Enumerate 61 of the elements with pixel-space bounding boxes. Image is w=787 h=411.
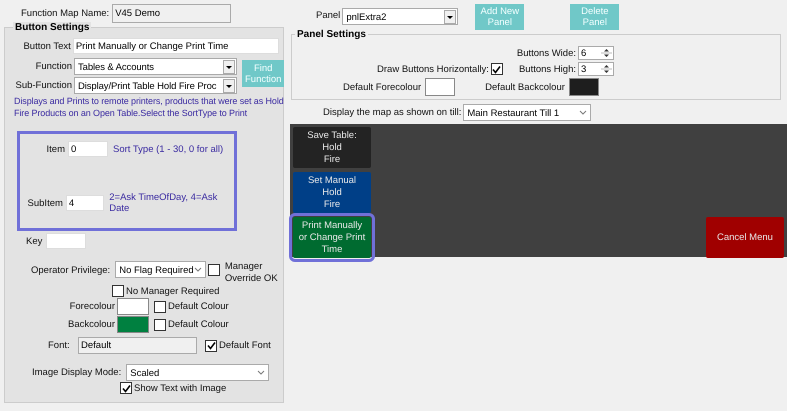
- field-label: Panel: [316, 10, 340, 21]
- colour-swatch[interactable]: [117, 316, 149, 333]
- checkbox[interactable]: [490, 63, 503, 75]
- colour-swatch[interactable]: [117, 298, 149, 315]
- field-label: Font:: [48, 340, 71, 351]
- map-button[interactable]: Set Manual Hold Fire: [293, 172, 371, 213]
- checkbox-label: Manager Override OK: [224, 261, 279, 285]
- map-name-field[interactable]: V45 Demo: [112, 4, 232, 23]
- parameter-hint: 2=Ask TimeOfDay, 4=Ask Date: [109, 192, 218, 214]
- privilege-dropdown[interactable]: No Flag Required: [115, 261, 206, 278]
- field-label: SubItem: [26, 198, 63, 208]
- field-label: Function: [34, 61, 72, 72]
- parameter-field[interactable]: 4: [66, 195, 104, 211]
- function-dropdown[interactable]: Tables & Accounts: [74, 58, 237, 75]
- map-button[interactable]: Cancel Menu: [706, 217, 784, 258]
- checkbox-label: Default Font: [219, 340, 271, 351]
- field-label: Sub-Function: [14, 80, 72, 91]
- field-label: Image Display Mode:: [32, 367, 122, 378]
- field-label: Display the map as shown on till:: [323, 107, 462, 118]
- field-label: Default Forecolour: [343, 82, 422, 92]
- field-label: Buttons Wide:: [516, 48, 576, 58]
- checkbox-label: Show Text with Image: [134, 382, 226, 394]
- field-label: Key: [26, 236, 42, 246]
- field-label: Buttons High:: [518, 64, 576, 74]
- checkbox-label: Default Colour: [168, 301, 229, 312]
- function-description: Displays and Prints to remote printers, products that were set as Hold Fire Products on an Open Table.Select the SortType to Print: [14, 95, 285, 119]
- checkbox[interactable]: [112, 285, 124, 297]
- checkbox[interactable]: [154, 300, 166, 312]
- checkbox[interactable]: [120, 382, 132, 394]
- colour-swatch[interactable]: [425, 78, 456, 96]
- checkbox[interactable]: [208, 264, 220, 276]
- parameter-field[interactable]: 0: [68, 141, 108, 157]
- font-field[interactable]: Default: [78, 337, 197, 354]
- field-label: Function Map Name:: [21, 8, 110, 19]
- checkbox-label: Default Colour: [168, 319, 229, 330]
- spinner-arrows-icon: [600, 46, 613, 60]
- parameter-hint: Sort Type (1 - 30, 0 for all): [113, 144, 224, 154]
- colour-swatch[interactable]: [568, 78, 599, 96]
- group-title: Button Settings: [13, 22, 92, 34]
- panel-dropdown[interactable]: pnlExtra2: [342, 8, 458, 25]
- button-text-field[interactable]: Print Manually or Change Print Time: [72, 38, 279, 54]
- field-label: Backcolour: [67, 319, 115, 330]
- map-button[interactable]: Print Manually or Change Print Time: [293, 217, 371, 258]
- field-label: Item: [46, 144, 65, 154]
- group-title: Panel Settings: [295, 29, 368, 41]
- key-field[interactable]: [46, 233, 86, 249]
- checkbox-label: Draw Buttons Horizontally:: [377, 64, 489, 74]
- field-label: Default Backcolour: [485, 82, 565, 92]
- checkbox-label: No Manager Required: [126, 286, 220, 296]
- spin-field[interactable]: 3: [578, 62, 614, 76]
- checkbox[interactable]: [205, 340, 217, 352]
- field-label: Button Text: [22, 40, 71, 52]
- checkbox[interactable]: [154, 318, 166, 330]
- image-mode-dropdown[interactable]: Scaled: [126, 364, 270, 381]
- field-label: Forecolour: [68, 301, 115, 312]
- sub-function-dropdown[interactable]: Display/Print Table Hold Fire Proc: [74, 77, 237, 94]
- till-dropdown[interactable]: Main Restaurant Till 1: [463, 104, 592, 121]
- spin-field[interactable]: 6: [578, 46, 614, 60]
- spinner-arrows-icon: [600, 62, 613, 76]
- field-label: Operator Privilege:: [31, 265, 110, 276]
- map-button[interactable]: Save Table: Hold Fire: [293, 127, 371, 168]
